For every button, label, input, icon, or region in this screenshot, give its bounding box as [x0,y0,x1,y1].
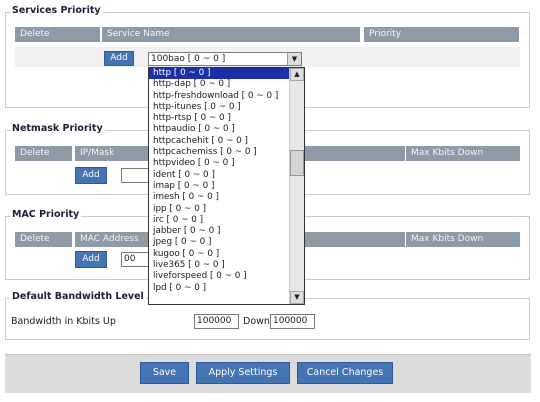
netmask-priority-legend: Netmask Priority [10,123,105,134]
service-name-select[interactable]: 100bao [ 0 ~ 0 ] ▼ [148,52,302,66]
bandwidth-up-label: Bandwidth in Kbits Up [11,316,116,327]
services-add-button[interactable]: Add [104,51,134,66]
dropdown-option[interactable]: kugoo [ 0 ~ 0 ] [149,249,289,260]
dropdown-options: http [ 0 ~ 0 ] http-dap [ 0 ~ 0 ] http-fre… [149,68,289,294]
chevron-down-icon[interactable]: ▼ [287,53,301,65]
bandwidth-down-input[interactable]: 100000 [270,314,315,329]
mac-priority-legend: MAC Priority [10,209,82,220]
dropdown-option[interactable]: httpcachemiss [ 0 ~ 0 ] [149,147,289,158]
mac-address-input[interactable]: 00 [121,252,151,267]
mac-add-button[interactable]: Add [75,251,107,268]
mac-col-max-kbits-down: Max Kbits Down [406,232,520,247]
scroll-thumb[interactable] [290,150,304,176]
dropdown-scrollbar[interactable]: ▲ ▼ [289,68,304,304]
mac-col-delete: Delete [15,232,72,247]
dropdown-option[interactable]: httpcachehit [ 0 ~ 0 ] [149,136,289,147]
dropdown-option[interactable]: jpeg [ 0 ~ 0 ] [149,237,289,248]
service-dropdown-list[interactable]: http [ 0 ~ 0 ] http-dap [ 0 ~ 0 ] http-fre… [148,67,305,305]
dropdown-option[interactable]: ipp [ 0 ~ 0 ] [149,204,289,215]
dropdown-option[interactable]: jabber [ 0 ~ 0 ] [149,226,289,237]
dropdown-option[interactable]: http-rtsp [ 0 ~ 0 ] [149,113,289,124]
services-col-service-name: Service Name [102,27,360,42]
services-col-delete: Delete [15,27,100,42]
dropdown-option[interactable]: http-dap [ 0 ~ 0 ] [149,79,289,90]
dropdown-option[interactable]: imap [ 0 ~ 0 ] [149,181,289,192]
dropdown-option[interactable]: http [ 0 ~ 0 ] [149,68,289,80]
bandwidth-down-label: Down [243,316,270,327]
netmask-ip-input[interactable] [121,168,151,183]
bandwidth-up-input[interactable]: 100000 [194,314,239,329]
bandwidth-legend: Default Bandwidth Level [10,291,146,302]
cancel-changes-button[interactable]: Cancel Changes [297,362,393,384]
dropdown-option[interactable]: http-freshdownload [ 0 ~ 0 ] [149,91,289,102]
dropdown-option[interactable]: lpd [ 0 ~ 0 ] [149,283,289,294]
scroll-down-icon[interactable]: ▼ [290,291,304,304]
scroll-up-icon[interactable]: ▲ [290,68,304,81]
dropdown-option[interactable]: httpaudio [ 0 ~ 0 ] [149,124,289,135]
dropdown-option[interactable]: irc [ 0 ~ 0 ] [149,215,289,226]
dropdown-option[interactable]: live365 [ 0 ~ 0 ] [149,260,289,271]
netmask-col-delete: Delete [15,146,72,161]
save-button[interactable]: Save [140,362,189,384]
netmask-add-button[interactable]: Add [75,167,107,184]
dropdown-option[interactable]: imesh [ 0 ~ 0 ] [149,192,289,203]
services-col-priority: Priority [364,27,519,42]
dropdown-option[interactable]: ident [ 0 ~ 0 ] [149,170,289,181]
netmask-col-max-kbits-down: Max Kbits Down [406,146,520,161]
dropdown-option[interactable]: liveforspeed [ 0 ~ 0 ] [149,271,289,282]
apply-settings-button[interactable]: Apply Settings [196,362,290,384]
service-select-value: 100bao [ 0 ~ 0 ] [151,54,226,64]
dropdown-option[interactable]: httpvideo [ 0 ~ 0 ] [149,158,289,169]
dropdown-option[interactable]: http-itunes [ 0 ~ 0 ] [149,102,289,113]
services-priority-legend: Services Priority [10,5,103,16]
